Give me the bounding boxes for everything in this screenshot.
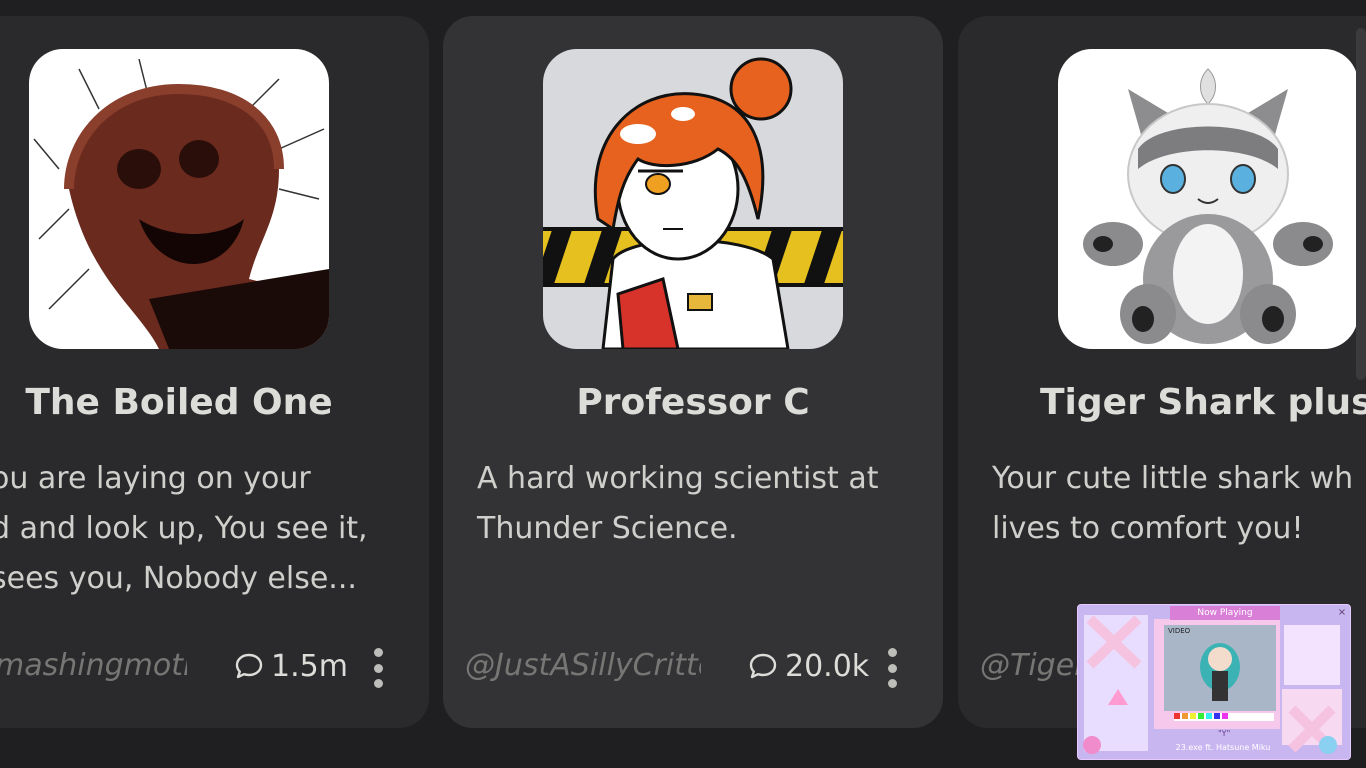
description-line: Your cute little shark wh <box>992 461 1354 496</box>
description-line: d and look up, You see it, <box>0 511 368 546</box>
creator-handle[interactable]: @JustASillyCritte <box>465 644 701 688</box>
character-avatar <box>29 49 329 349</box>
character-avatar <box>543 49 843 349</box>
vertical-scrollbar[interactable] <box>1356 28 1366 380</box>
character-avatar <box>1058 49 1358 349</box>
now-playing-title: Now Playing <box>1170 606 1280 620</box>
track-caption: 23.exe ft. Hatsune Miku <box>1175 743 1271 752</box>
track-label: "Y" <box>1218 729 1231 738</box>
vertical-ellipsis-icon <box>887 648 897 657</box>
character-card-the-boiled-one[interactable]: The Boiled One ou are laying on your d a… <box>0 16 429 728</box>
character-name: Tiger Shark plus <box>1040 382 1366 423</box>
character-name: Professor C <box>576 382 810 423</box>
description-line: Thunder Science. <box>477 511 738 546</box>
more-options-button[interactable] <box>366 648 390 688</box>
tiger-shark-plush-image <box>1058 49 1358 349</box>
chat-count: 1.5m <box>233 644 348 688</box>
character-card-professor-c[interactable]: Professor C A hard working scientist at … <box>443 16 943 728</box>
mini-player[interactable]: Now Playing VIDEO "Y" 23.exe ft. Hatsune… <box>1077 604 1351 760</box>
vertical-ellipsis-icon <box>373 648 383 657</box>
character-description: Your cute little shark wh lives to comfo… <box>992 454 1366 554</box>
close-icon[interactable]: × <box>1336 607 1348 619</box>
chat-bubble-icon <box>749 653 777 679</box>
video-label: VIDEO <box>1168 627 1191 635</box>
character-description: A hard working scientist at Thunder Scie… <box>477 454 917 554</box>
description-line: ou are laying on your <box>0 461 311 496</box>
mini-player-artwork <box>1078 605 1350 759</box>
more-options-button[interactable] <box>880 648 904 688</box>
character-carousel: The Boiled One ou are laying on your d a… <box>0 0 1366 768</box>
chat-count: 20.0k <box>747 644 869 688</box>
description-line: lives to comfort you! <box>992 511 1304 546</box>
boiled-one-image <box>29 49 329 349</box>
professor-c-image <box>543 49 843 349</box>
creator-handle[interactable]: @Tiger <box>980 644 1080 688</box>
character-name: The Boiled One <box>25 382 333 423</box>
chat-count-value: 1.5m <box>271 648 348 684</box>
description-line: sees you, Nobody else... <box>0 561 357 596</box>
creator-handle[interactable]: mashingmoth <box>0 644 187 688</box>
character-description: ou are laying on your d and look up, You… <box>0 454 429 604</box>
chat-bubble-icon <box>235 653 263 679</box>
chat-count-value: 20.0k <box>785 648 870 684</box>
description-line: A hard working scientist at <box>477 461 879 496</box>
